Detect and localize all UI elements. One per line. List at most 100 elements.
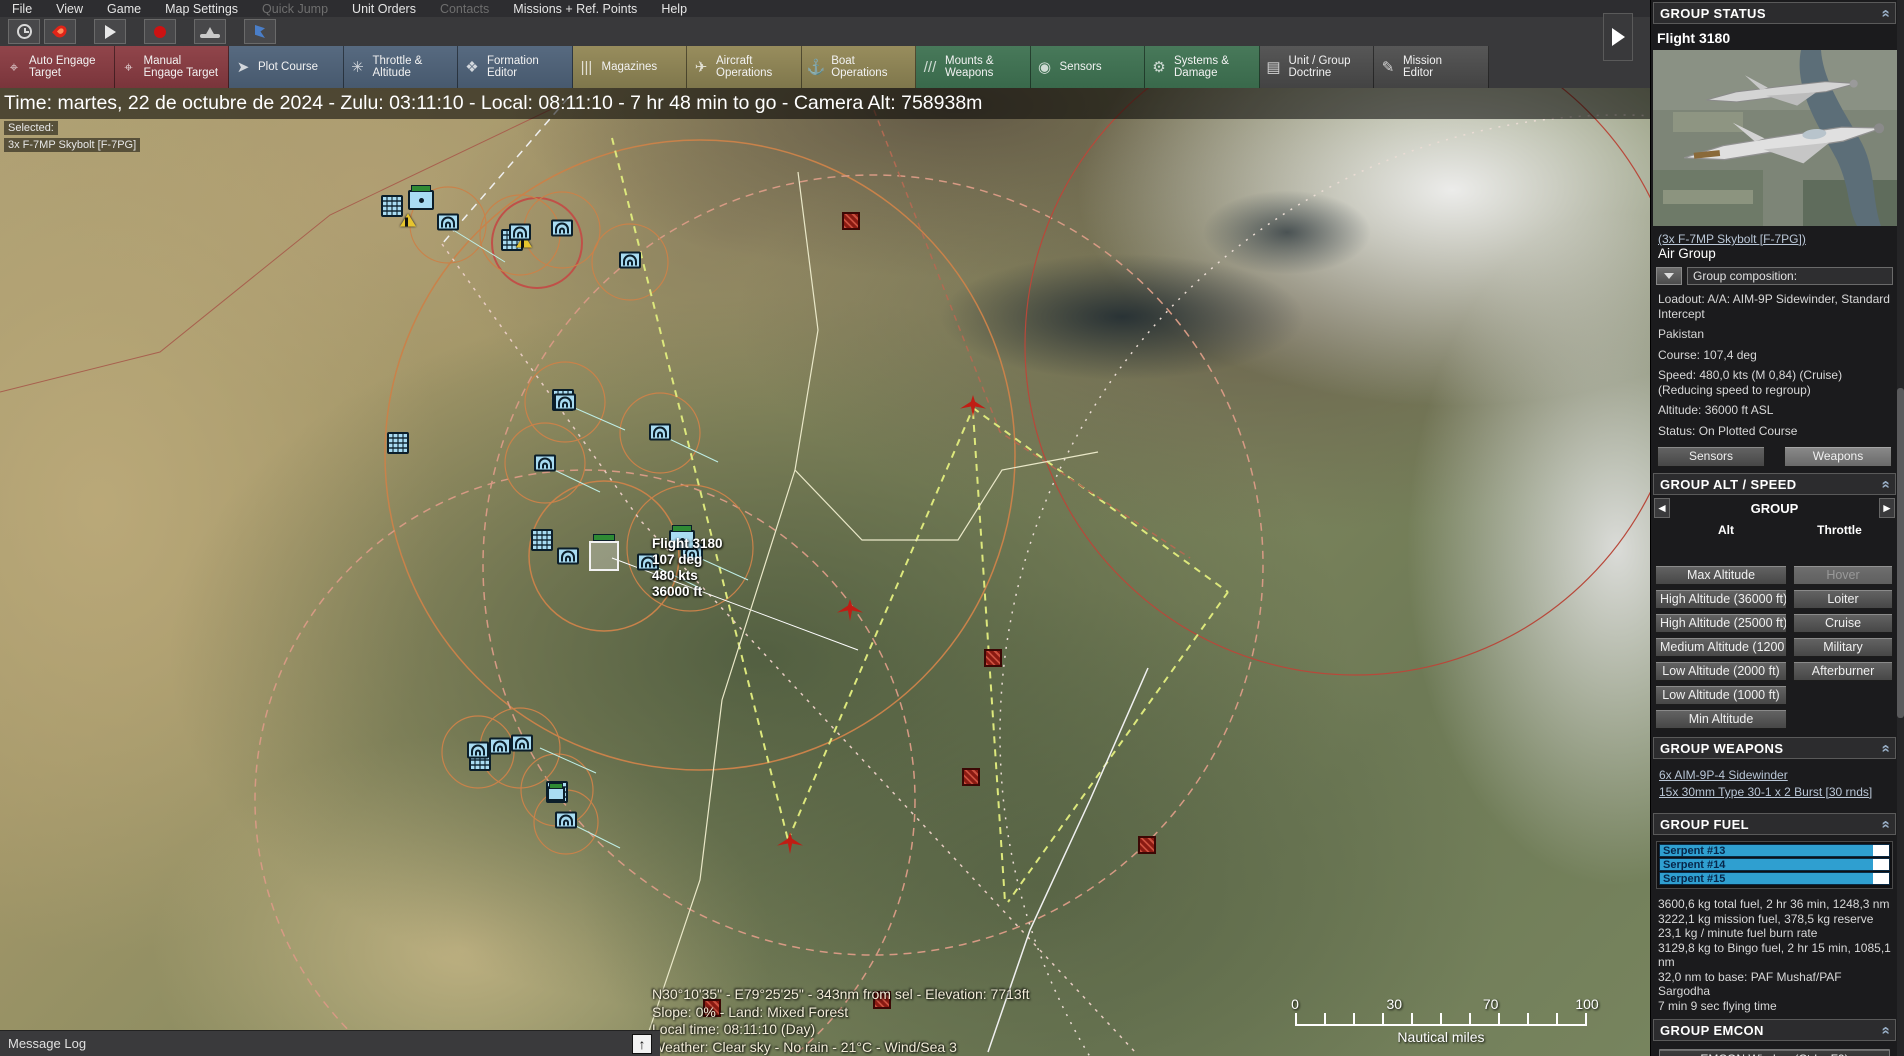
toolbar-button-label: Throttle &Altitude <box>373 55 423 80</box>
fuel-tank-row[interactable]: Serpent #13 <box>1659 844 1890 857</box>
map-marker-greenveh[interactable] <box>547 787 565 801</box>
map-marker-radar[interactable] <box>509 224 531 241</box>
throttle-button[interactable]: Afterburner <box>1793 661 1893 681</box>
altitude-button[interactable]: Min Altitude <box>1655 709 1787 729</box>
expand-panel-button[interactable] <box>1603 13 1633 61</box>
throttle-button[interactable]: Hover <box>1793 565 1893 585</box>
collapse-chevron-icon[interactable]: » <box>1876 9 1893 17</box>
toolbar-button[interactable]: ❖ FormationEditor <box>458 46 573 88</box>
group-fuel-header[interactable]: GROUP FUEL » <box>1653 813 1896 835</box>
altitude-button[interactable]: Max Altitude <box>1655 565 1787 585</box>
message-log-bar[interactable]: Message Log ↑ <box>0 1030 660 1056</box>
scale-unit-label: Nautical miles <box>1295 1029 1587 1045</box>
group-weapons-header[interactable]: GROUP WEAPONS » <box>1653 737 1896 759</box>
altitude-button[interactable]: High Altitude (25000 ft) <box>1655 613 1787 633</box>
menu-item[interactable]: View <box>44 1 95 17</box>
throttle-button[interactable]: Loiter <box>1793 589 1893 609</box>
map-display-button[interactable] <box>194 19 226 44</box>
map-marker-radar[interactable] <box>467 742 489 759</box>
collapse-chevron-icon[interactable]: » <box>1876 744 1893 752</box>
bookmark-button[interactable] <box>244 19 276 44</box>
composition-dropdown-button[interactable] <box>1656 267 1682 285</box>
expand-message-log-button[interactable]: ↑ <box>632 1034 652 1054</box>
status-line: N30°10'35" - E79°25'25" - 343nm from sel… <box>652 986 1029 1004</box>
toolbar-button[interactable]: ▤ Unit / GroupDoctrine <box>1260 46 1375 88</box>
toolbar-button[interactable]: ||| Magazines <box>573 46 688 88</box>
toolbar-button[interactable]: ⌖ ManualEngage Target <box>115 46 230 88</box>
group-status-header[interactable]: GROUP STATUS » <box>1653 2 1896 24</box>
record-button[interactable] <box>144 19 176 44</box>
map-marker-hostile-ground[interactable] <box>1138 836 1156 854</box>
weapons-button[interactable]: Weapons <box>1784 446 1892 467</box>
altitude-button[interactable]: High Altitude (36000 ft) <box>1655 589 1787 609</box>
map-marker-facility[interactable] <box>387 432 409 454</box>
run-scenario-button[interactable] <box>94 19 126 44</box>
toolbar-button[interactable]: ⚙ Systems &Damage <box>1145 46 1260 88</box>
composition-label[interactable]: Group composition: <box>1687 267 1893 285</box>
menu-item[interactable]: Missions + Ref. Points <box>501 1 649 17</box>
collapse-chevron-icon[interactable]: » <box>1876 1026 1893 1034</box>
menu-item[interactable]: Unit Orders <box>340 1 428 17</box>
record-icon <box>154 26 166 38</box>
map-marker-radar[interactable] <box>534 455 556 472</box>
toolbar-button[interactable]: ⌖ Auto EngageTarget <box>0 46 115 88</box>
map-marker-radar[interactable] <box>489 738 511 755</box>
scrollbar-thumb[interactable] <box>1897 388 1904 718</box>
emcon-window-button[interactable]: EMCON Window (Ctrl + F9) <box>1659 1049 1890 1056</box>
time-compression-button[interactable] <box>8 19 40 44</box>
menu-item[interactable]: Map Settings <box>153 1 250 17</box>
map-marker-hostile-ground[interactable] <box>842 212 860 230</box>
map-marker-radar[interactable] <box>437 214 459 231</box>
collapse-chevron-icon[interactable]: » <box>1876 820 1893 828</box>
sensors-button[interactable]: Sensors <box>1657 446 1765 467</box>
engagements-button[interactable] <box>44 19 76 44</box>
map-marker-radar[interactable] <box>557 548 579 565</box>
group-emcon-header[interactable]: GROUP EMCON » <box>1653 1019 1896 1041</box>
fuel-tank-row[interactable]: Serpent #15 <box>1659 872 1890 885</box>
toolbar-button[interactable]: ➤ Plot Course <box>229 46 344 88</box>
app-window: Flight 3180 107 deg 480 kts 36000 ft Fil… <box>0 0 1904 1056</box>
map-marker-radar[interactable] <box>554 394 576 411</box>
map-marker-radar[interactable] <box>551 220 573 237</box>
map-marker-radar[interactable] <box>619 252 641 269</box>
map-marker-hostile-ground[interactable] <box>962 768 980 786</box>
sidebar-scrollbar[interactable] <box>1897 0 1904 1056</box>
map-marker-radar[interactable] <box>649 424 671 441</box>
menu-item[interactable]: Game <box>95 1 153 17</box>
map-marker-hostile-ground[interactable] <box>984 649 1002 667</box>
group-next-button[interactable]: ► <box>1879 498 1895 518</box>
altitude-button[interactable]: Low Altitude (1000 ft) <box>1655 685 1787 705</box>
toolbar-button[interactable]: ✈ AircraftOperations <box>687 46 802 88</box>
collapse-chevron-icon[interactable]: » <box>1876 480 1893 488</box>
menu-item[interactable]: File <box>0 1 44 17</box>
weapon-link[interactable]: 15x 30mm Type 30-1 x 2 Burst [30 rnds] <box>1659 784 1872 801</box>
throttle-button[interactable]: Cruise <box>1793 613 1893 633</box>
map-marker-camp[interactable] <box>400 214 416 227</box>
group-prev-button[interactable]: ◄ <box>1654 498 1670 518</box>
toolbar-button[interactable]: ✎ MissionEditor <box>1374 46 1489 88</box>
altitude-button[interactable]: Medium Altitude (1200 <box>1655 637 1787 657</box>
toolbar-button[interactable]: ⚓ BoatOperations <box>802 46 917 88</box>
menu-item[interactable]: Quick Jump <box>250 1 340 17</box>
map-viewport[interactable]: Flight 3180 107 deg 480 kts 36000 ft <box>0 0 1650 1056</box>
toolbar-button[interactable]: /// Mounts &Weapons <box>916 46 1031 88</box>
map-marker-selected[interactable] <box>589 541 619 571</box>
throttle-button[interactable]: Military <box>1793 637 1893 657</box>
map-marker-airfriend[interactable] <box>408 190 434 210</box>
weapon-link[interactable]: 6x AIM-9P-4 Sidewinder <box>1659 767 1788 784</box>
menu-item[interactable]: Help <box>649 1 699 17</box>
course-text: Course: 107,4 deg <box>1651 344 1898 365</box>
country-text: Pakistan <box>1651 323 1898 344</box>
group-link[interactable]: (3x F-7MP Skybolt [F-7PG]) <box>1658 232 1806 246</box>
map-marker-radar[interactable] <box>511 735 533 752</box>
altitude-button[interactable]: Low Altitude (2000 ft) <box>1655 661 1787 681</box>
map-marker-facility[interactable] <box>531 529 553 551</box>
map-marker-radar[interactable] <box>555 812 577 829</box>
toolbar-button-label: Auto EngageTarget <box>29 55 96 80</box>
toolbar-button[interactable]: ◉ Sensors <box>1031 46 1146 88</box>
fuel-tank-row[interactable]: Serpent #14 <box>1659 858 1890 871</box>
menu-item[interactable]: Contacts <box>428 1 501 17</box>
toolbar-button[interactable]: ✳ Throttle &Altitude <box>344 46 459 88</box>
group-alt-speed-header[interactable]: GROUP ALT / SPEED » <box>1653 473 1896 495</box>
flight-altitude: 36000 ft <box>652 584 723 600</box>
